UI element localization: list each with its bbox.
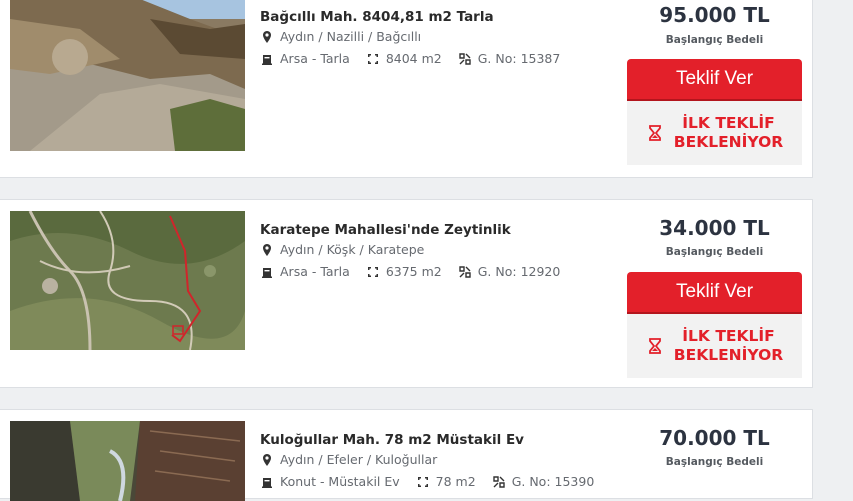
area-expand-icon <box>417 476 428 487</box>
map-pin-icon <box>263 243 271 256</box>
offer-button[interactable]: Teklif Ver <box>627 272 802 312</box>
listing-details: Konut - Müstakil Ev 78 m2 G. No: 15390 <box>260 474 610 489</box>
area-text: 6375 m2 <box>385 264 442 279</box>
location-text: Aydın / Nazilli / Bağcıllı <box>280 29 422 44</box>
offer-button[interactable]: Teklif Ver <box>627 59 802 99</box>
price-value: 70.000 TL <box>659 426 770 450</box>
area-text: 78 m2 <box>435 474 476 489</box>
area-expand-icon <box>367 266 378 277</box>
parcel-icon <box>459 265 471 278</box>
listing-title[interactable]: Kuloğullar Mah. 78 m2 Müstakil Ev <box>260 432 524 448</box>
map-pin-icon <box>263 30 271 43</box>
parcel-icon <box>459 52 471 65</box>
hourglass-icon <box>648 125 661 141</box>
category-text: Arsa - Tarla <box>280 264 350 279</box>
area-text: 8404 m2 <box>385 51 442 66</box>
map-pin-icon <box>263 453 271 466</box>
area-expand-icon <box>367 53 378 64</box>
gno-text: G. No: 12920 <box>477 264 561 279</box>
listing-card[interactable]: Bağcıllı Mah. 8404,81 m2 Tarla Aydın / N… <box>0 0 813 178</box>
parcel-icon <box>492 475 505 488</box>
listing-card[interactable]: Kuloğullar Mah. 78 m2 Müstakil Ev Aydın … <box>0 409 813 501</box>
category-text: Arsa - Tarla <box>280 51 350 66</box>
listing-location: Aydın / Nazilli / Bağcıllı <box>260 29 421 44</box>
gno-text: G. No: 15387 <box>477 51 561 66</box>
building-icon <box>262 477 272 488</box>
listing-photo[interactable] <box>10 421 245 501</box>
building-icon <box>262 267 272 278</box>
listing-location: Aydın / Efeler / Kuloğullar <box>260 452 437 467</box>
first-offer-waiting-badge: İLK TEKLİF BEKLENİYOR <box>627 314 802 378</box>
price-label: Başlangıç Bedeli <box>665 246 764 258</box>
listing-details: Arsa - Tarla 8404 m2 G. No: 15387 <box>260 51 576 66</box>
status-line-1: İLK TEKLİF <box>682 114 775 132</box>
status-line-2: BEKLENİYOR <box>673 346 784 364</box>
price-value: 95.000 TL <box>659 3 770 27</box>
first-offer-waiting-badge: İLK TEKLİF BEKLENİYOR <box>627 101 802 165</box>
price-value: 34.000 TL <box>659 216 770 240</box>
price-label: Başlangıç Bedeli <box>665 34 764 46</box>
listing-photo[interactable] <box>10 211 245 350</box>
category-text: Konut - Müstakil Ev <box>280 474 400 489</box>
hourglass-icon <box>648 338 661 354</box>
listing-title[interactable]: Bağcıllı Mah. 8404,81 m2 Tarla <box>260 9 494 25</box>
listing-location: Aydın / Köşk / Karatepe <box>260 242 424 257</box>
status-line-2: BEKLENİYOR <box>673 133 784 151</box>
listing-card[interactable]: Karatepe Mahallesi'nde Zeytinlik Aydın /… <box>0 199 813 388</box>
location-text: Aydın / Köşk / Karatepe <box>280 242 425 257</box>
status-line-1: İLK TEKLİF <box>682 327 775 345</box>
listing-title[interactable]: Karatepe Mahallesi'nde Zeytinlik <box>260 222 511 238</box>
listing-details: Arsa - Tarla 6375 m2 G. No: 12920 <box>260 264 576 279</box>
location-text: Aydın / Efeler / Kuloğullar <box>280 452 438 467</box>
building-icon <box>262 54 272 65</box>
listing-photo[interactable] <box>10 0 245 151</box>
price-label: Başlangıç Bedeli <box>665 456 764 468</box>
gno-text: G. No: 15390 <box>511 474 595 489</box>
